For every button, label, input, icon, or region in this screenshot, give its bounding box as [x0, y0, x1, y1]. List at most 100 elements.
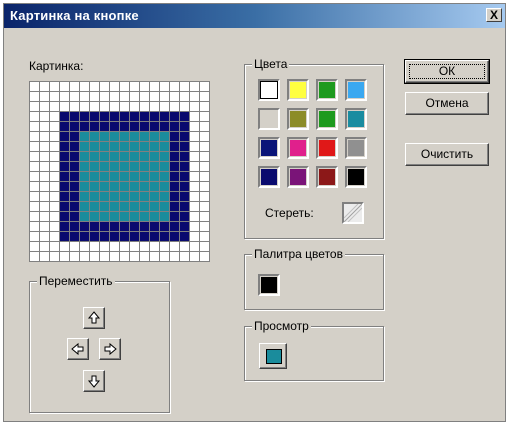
picture-cell[interactable] [100, 222, 109, 231]
picture-cell[interactable] [130, 122, 139, 131]
picture-cell[interactable] [190, 162, 199, 171]
picture-cell[interactable] [60, 172, 69, 181]
picture-cell[interactable] [100, 162, 109, 171]
picture-cell[interactable] [170, 192, 179, 201]
picture-cell[interactable] [150, 222, 159, 231]
picture-cell[interactable] [50, 202, 59, 211]
picture-cell[interactable] [90, 222, 99, 231]
picture-cell[interactable] [150, 242, 159, 251]
picture-cell[interactable] [130, 222, 139, 231]
picture-cell[interactable] [170, 252, 179, 261]
picture-cell[interactable] [120, 212, 129, 221]
picture-cell[interactable] [170, 112, 179, 121]
picture-cell[interactable] [50, 112, 59, 121]
picture-cell[interactable] [80, 152, 89, 161]
picture-cell[interactable] [190, 232, 199, 241]
picture-cell[interactable] [110, 132, 119, 141]
picture-cell[interactable] [140, 152, 149, 161]
picture-cell[interactable] [70, 132, 79, 141]
picture-cell[interactable] [160, 152, 169, 161]
picture-cell[interactable] [150, 232, 159, 241]
picture-cell[interactable] [90, 112, 99, 121]
picture-cell[interactable] [150, 142, 159, 151]
picture-cell[interactable] [50, 192, 59, 201]
picture-cell[interactable] [130, 212, 139, 221]
picture-cell[interactable] [30, 252, 39, 261]
color-swatch[interactable] [287, 79, 309, 101]
picture-cell[interactable] [90, 92, 99, 101]
picture-cell[interactable] [90, 232, 99, 241]
picture-cell[interactable] [80, 222, 89, 231]
picture-cell[interactable] [180, 182, 189, 191]
picture-cell[interactable] [70, 122, 79, 131]
picture-cell[interactable] [160, 172, 169, 181]
picture-cell[interactable] [170, 152, 179, 161]
picture-cell[interactable] [200, 202, 209, 211]
ok-button[interactable]: ОК [404, 59, 490, 84]
picture-cell[interactable] [190, 132, 199, 141]
picture-cell[interactable] [190, 212, 199, 221]
picture-cell[interactable] [110, 82, 119, 91]
picture-cell[interactable] [80, 102, 89, 111]
picture-cell[interactable] [40, 162, 49, 171]
picture-cell[interactable] [90, 132, 99, 141]
picture-cell[interactable] [160, 82, 169, 91]
picture-cell[interactable] [110, 152, 119, 161]
picture-cell[interactable] [200, 122, 209, 131]
picture-cell[interactable] [30, 132, 39, 141]
picture-cell[interactable] [100, 192, 109, 201]
picture-cell[interactable] [140, 92, 149, 101]
picture-cell[interactable] [160, 92, 169, 101]
picture-cell[interactable] [180, 82, 189, 91]
picture-cell[interactable] [90, 182, 99, 191]
picture-cell[interactable] [90, 202, 99, 211]
picture-cell[interactable] [100, 152, 109, 161]
picture-cell[interactable] [170, 82, 179, 91]
picture-cell[interactable] [140, 132, 149, 141]
picture-cell[interactable] [200, 142, 209, 151]
picture-cell[interactable] [70, 212, 79, 221]
picture-cell[interactable] [160, 182, 169, 191]
picture-cell[interactable] [70, 182, 79, 191]
picture-cell[interactable] [160, 212, 169, 221]
picture-cell[interactable] [190, 92, 199, 101]
picture-cell[interactable] [100, 232, 109, 241]
picture-cell[interactable] [90, 122, 99, 131]
picture-cell[interactable] [120, 142, 129, 151]
picture-cell[interactable] [90, 82, 99, 91]
picture-cell[interactable] [110, 212, 119, 221]
picture-cell[interactable] [60, 242, 69, 251]
picture-cell[interactable] [50, 222, 59, 231]
color-swatch[interactable] [345, 108, 367, 130]
picture-cell[interactable] [180, 162, 189, 171]
picture-cell[interactable] [60, 202, 69, 211]
picture-cell[interactable] [150, 122, 159, 131]
color-swatch[interactable] [258, 108, 280, 130]
picture-cell[interactable] [30, 102, 39, 111]
picture-cell[interactable] [200, 242, 209, 251]
picture-cell[interactable] [160, 112, 169, 121]
picture-cell[interactable] [150, 132, 159, 141]
picture-cell[interactable] [110, 252, 119, 261]
picture-cell[interactable] [130, 142, 139, 151]
picture-cell[interactable] [120, 82, 129, 91]
picture-cell[interactable] [170, 222, 179, 231]
picture-cell[interactable] [160, 162, 169, 171]
picture-cell[interactable] [110, 102, 119, 111]
picture-cell[interactable] [70, 192, 79, 201]
picture-cell[interactable] [130, 82, 139, 91]
picture-cell[interactable] [70, 172, 79, 181]
picture-cell[interactable] [140, 202, 149, 211]
picture-cell[interactable] [120, 152, 129, 161]
picture-cell[interactable] [90, 252, 99, 261]
picture-cell[interactable] [100, 142, 109, 151]
picture-cell[interactable] [70, 242, 79, 251]
picture-cell[interactable] [30, 192, 39, 201]
picture-cell[interactable] [170, 232, 179, 241]
picture-cell[interactable] [50, 242, 59, 251]
picture-cell[interactable] [170, 202, 179, 211]
color-swatch[interactable] [287, 166, 309, 188]
picture-cell[interactable] [190, 152, 199, 161]
picture-cell[interactable] [200, 222, 209, 231]
picture-cell[interactable] [120, 122, 129, 131]
